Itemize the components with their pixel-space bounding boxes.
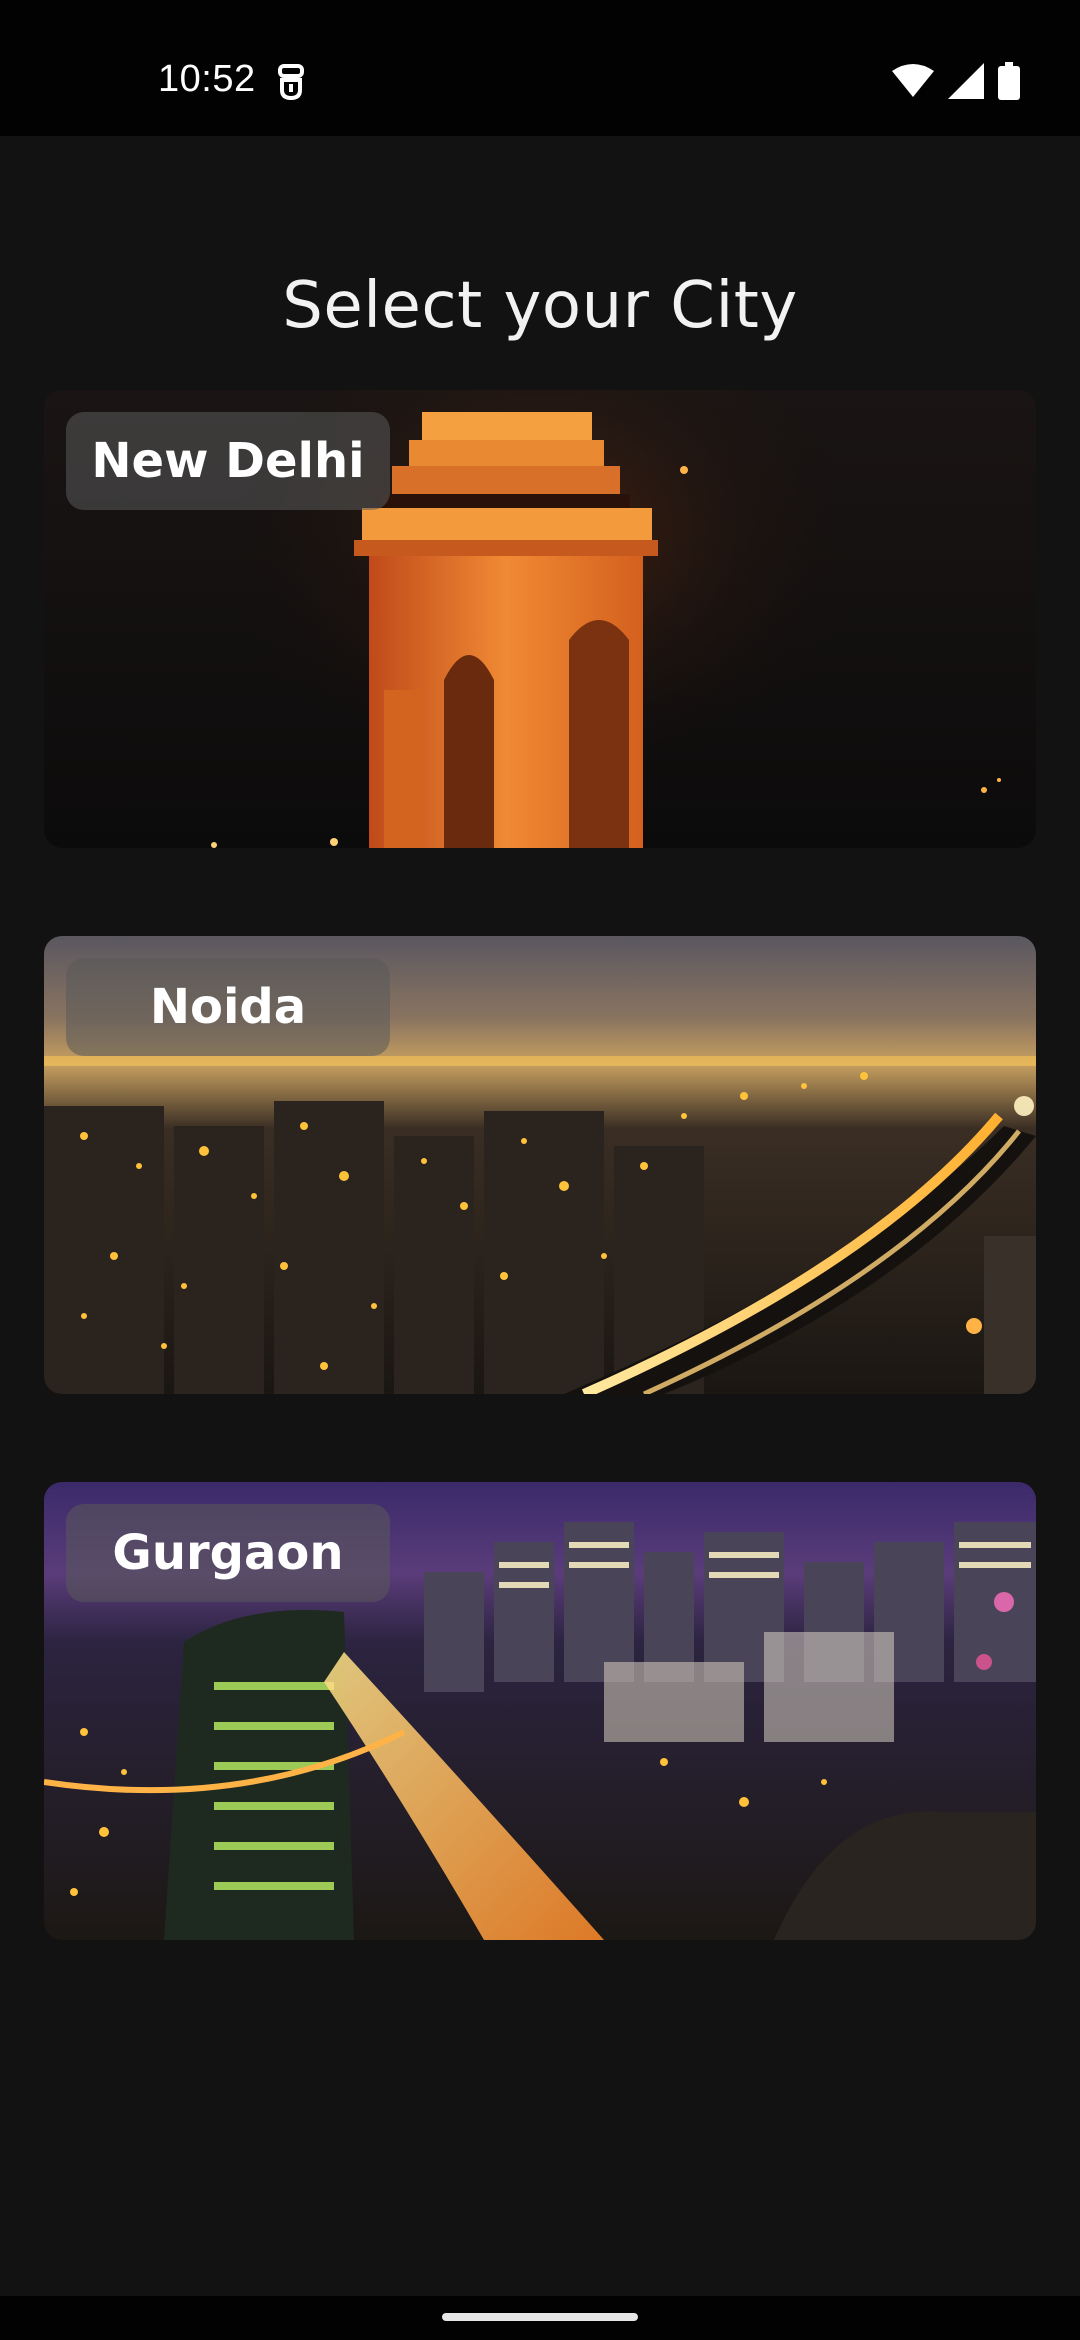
wifi-icon — [892, 63, 934, 104]
status-time: 10:52 — [158, 58, 256, 100]
home-gesture-handle[interactable] — [442, 2313, 638, 2321]
navigation-bar — [0, 2296, 1080, 2340]
city-card-noida[interactable]: Noida — [44, 936, 1036, 1394]
page-title: Select your City — [282, 268, 798, 343]
status-icons — [892, 62, 1020, 105]
status-bar: 10:52 — [0, 0, 1080, 136]
city-card-new-delhi[interactable]: New Delhi — [44, 390, 1036, 848]
city-name-label: New Delhi — [66, 412, 390, 510]
battery-icon — [998, 62, 1020, 105]
city-card-gurgaon[interactable]: Gurgaon — [44, 1482, 1036, 1940]
city-name-label: Gurgaon — [66, 1504, 390, 1602]
city-name-label: Noida — [66, 958, 390, 1056]
cellular-signal-icon — [948, 63, 984, 104]
notification-icon — [276, 62, 306, 102]
